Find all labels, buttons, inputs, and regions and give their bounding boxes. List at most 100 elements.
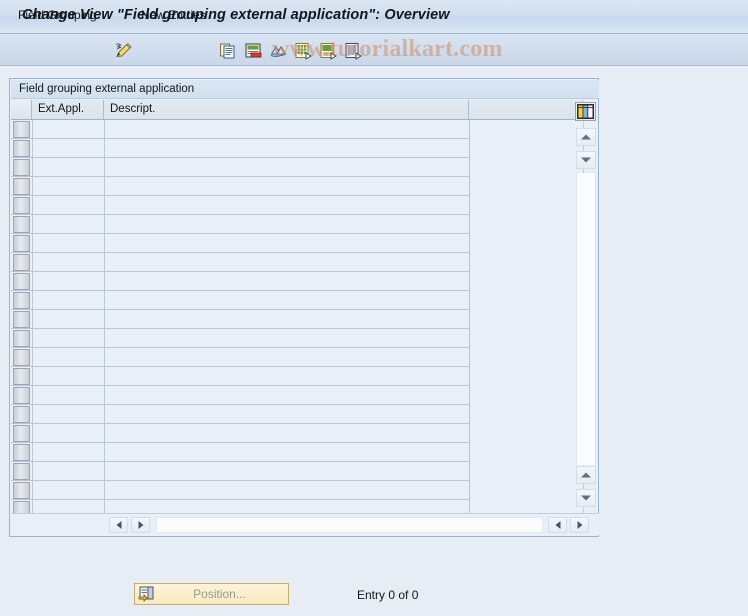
position-button[interactable]: Position... (134, 583, 289, 605)
scroll-page-down-icon[interactable] (576, 489, 596, 507)
table-row[interactable] (11, 139, 585, 158)
cell-ext-appl[interactable] (33, 291, 104, 310)
cell-descript[interactable] (105, 348, 469, 367)
delete-row-icon[interactable] (244, 42, 263, 60)
row-select-button[interactable] (13, 425, 30, 442)
cell-descript[interactable] (105, 291, 469, 310)
table-row[interactable] (11, 386, 585, 405)
row-select-button[interactable] (13, 292, 30, 309)
cell-ext-appl[interactable] (33, 120, 104, 139)
table-row[interactable] (11, 329, 585, 348)
column-header-ext-appl[interactable]: Ext.Appl. (32, 100, 104, 119)
cell-ext-appl[interactable] (33, 253, 104, 272)
cell-descript[interactable] (105, 177, 469, 196)
column-header-descript[interactable]: Descript. (104, 100, 469, 119)
cell-ext-appl[interactable] (33, 405, 104, 424)
vertical-scroll-track[interactable] (576, 173, 596, 465)
row-select-button[interactable] (13, 273, 30, 290)
row-select-button[interactable] (13, 406, 30, 423)
cell-descript[interactable] (105, 215, 469, 234)
menu-field-grouping[interactable]: Field Grouping (18, 8, 97, 22)
cell-ext-appl[interactable] (33, 348, 104, 367)
cell-descript[interactable] (105, 500, 469, 514)
cell-descript[interactable] (105, 139, 469, 158)
scroll-up-icon[interactable] (576, 128, 596, 146)
cell-descript[interactable] (105, 443, 469, 462)
cell-descript[interactable] (105, 367, 469, 386)
scroll-down-icon[interactable] (576, 151, 596, 169)
display-change-pencil-icon[interactable] (114, 42, 133, 60)
cell-ext-appl[interactable] (33, 443, 104, 462)
table-row[interactable] (11, 253, 585, 272)
table-row[interactable] (11, 234, 585, 253)
table-row[interactable] (11, 215, 585, 234)
table-row[interactable] (11, 348, 585, 367)
cell-descript[interactable] (105, 462, 469, 481)
copy-as-icon[interactable] (219, 42, 238, 60)
row-select-button[interactable] (13, 140, 30, 157)
cell-ext-appl[interactable] (33, 462, 104, 481)
cell-ext-appl[interactable] (33, 234, 104, 253)
table-row[interactable] (11, 196, 585, 215)
cell-ext-appl[interactable] (33, 310, 104, 329)
cell-ext-appl[interactable] (33, 500, 104, 514)
cell-ext-appl[interactable] (33, 367, 104, 386)
table-row[interactable] (11, 120, 585, 139)
deselect-all-icon[interactable] (344, 42, 363, 60)
cell-ext-appl[interactable] (33, 215, 104, 234)
row-select-button[interactable] (13, 197, 30, 214)
table-row[interactable] (11, 481, 585, 500)
cell-descript[interactable] (105, 196, 469, 215)
scroll-right-end-icon[interactable] (570, 517, 589, 533)
cell-ext-appl[interactable] (33, 196, 104, 215)
scroll-page-up-icon[interactable] (576, 466, 596, 484)
select-all-column-header[interactable] (11, 100, 32, 119)
cell-descript[interactable] (105, 234, 469, 253)
row-select-button[interactable] (13, 368, 30, 385)
cell-descript[interactable] (105, 253, 469, 272)
table-row[interactable] (11, 462, 585, 481)
table-row[interactable] (11, 367, 585, 386)
undo-icon[interactable] (269, 42, 288, 60)
table-row[interactable] (11, 177, 585, 196)
horizontal-scrollbar[interactable] (11, 513, 599, 535)
table-row[interactable] (11, 405, 585, 424)
cell-ext-appl[interactable] (33, 329, 104, 348)
cell-ext-appl[interactable] (33, 481, 104, 500)
row-select-button[interactable] (13, 178, 30, 195)
cell-descript[interactable] (105, 386, 469, 405)
cell-descript[interactable] (105, 405, 469, 424)
cell-descript[interactable] (105, 158, 469, 177)
row-select-button[interactable] (13, 254, 30, 271)
select-all-icon[interactable] (294, 42, 313, 60)
select-block-icon[interactable] (319, 42, 338, 60)
table-row[interactable] (11, 158, 585, 177)
row-select-button[interactable] (13, 311, 30, 328)
scroll-left-icon[interactable] (109, 517, 128, 533)
row-select-button[interactable] (13, 463, 30, 480)
cell-descript[interactable] (105, 272, 469, 291)
row-select-button[interactable] (13, 235, 30, 252)
cell-ext-appl[interactable] (33, 272, 104, 291)
row-select-button[interactable] (13, 159, 30, 176)
table-row[interactable] (11, 500, 585, 514)
horizontal-scroll-track[interactable] (156, 517, 543, 533)
row-select-button[interactable] (13, 216, 30, 233)
table-row[interactable] (11, 272, 585, 291)
table-row[interactable] (11, 443, 585, 462)
cell-ext-appl[interactable] (33, 177, 104, 196)
row-select-button[interactable] (13, 387, 30, 404)
scroll-left-end-icon[interactable] (548, 517, 567, 533)
new-entries-button[interactable]: New Entries (141, 8, 206, 22)
row-select-button[interactable] (13, 444, 30, 461)
row-select-button[interactable] (13, 482, 30, 499)
cell-descript[interactable] (105, 424, 469, 443)
row-select-button[interactable] (13, 349, 30, 366)
table-row[interactable] (11, 424, 585, 443)
row-select-button[interactable] (13, 330, 30, 347)
table-row[interactable] (11, 291, 585, 310)
cell-ext-appl[interactable] (33, 139, 104, 158)
column-configuration-icon[interactable] (575, 102, 596, 121)
cell-ext-appl[interactable] (33, 158, 104, 177)
cell-ext-appl[interactable] (33, 386, 104, 405)
